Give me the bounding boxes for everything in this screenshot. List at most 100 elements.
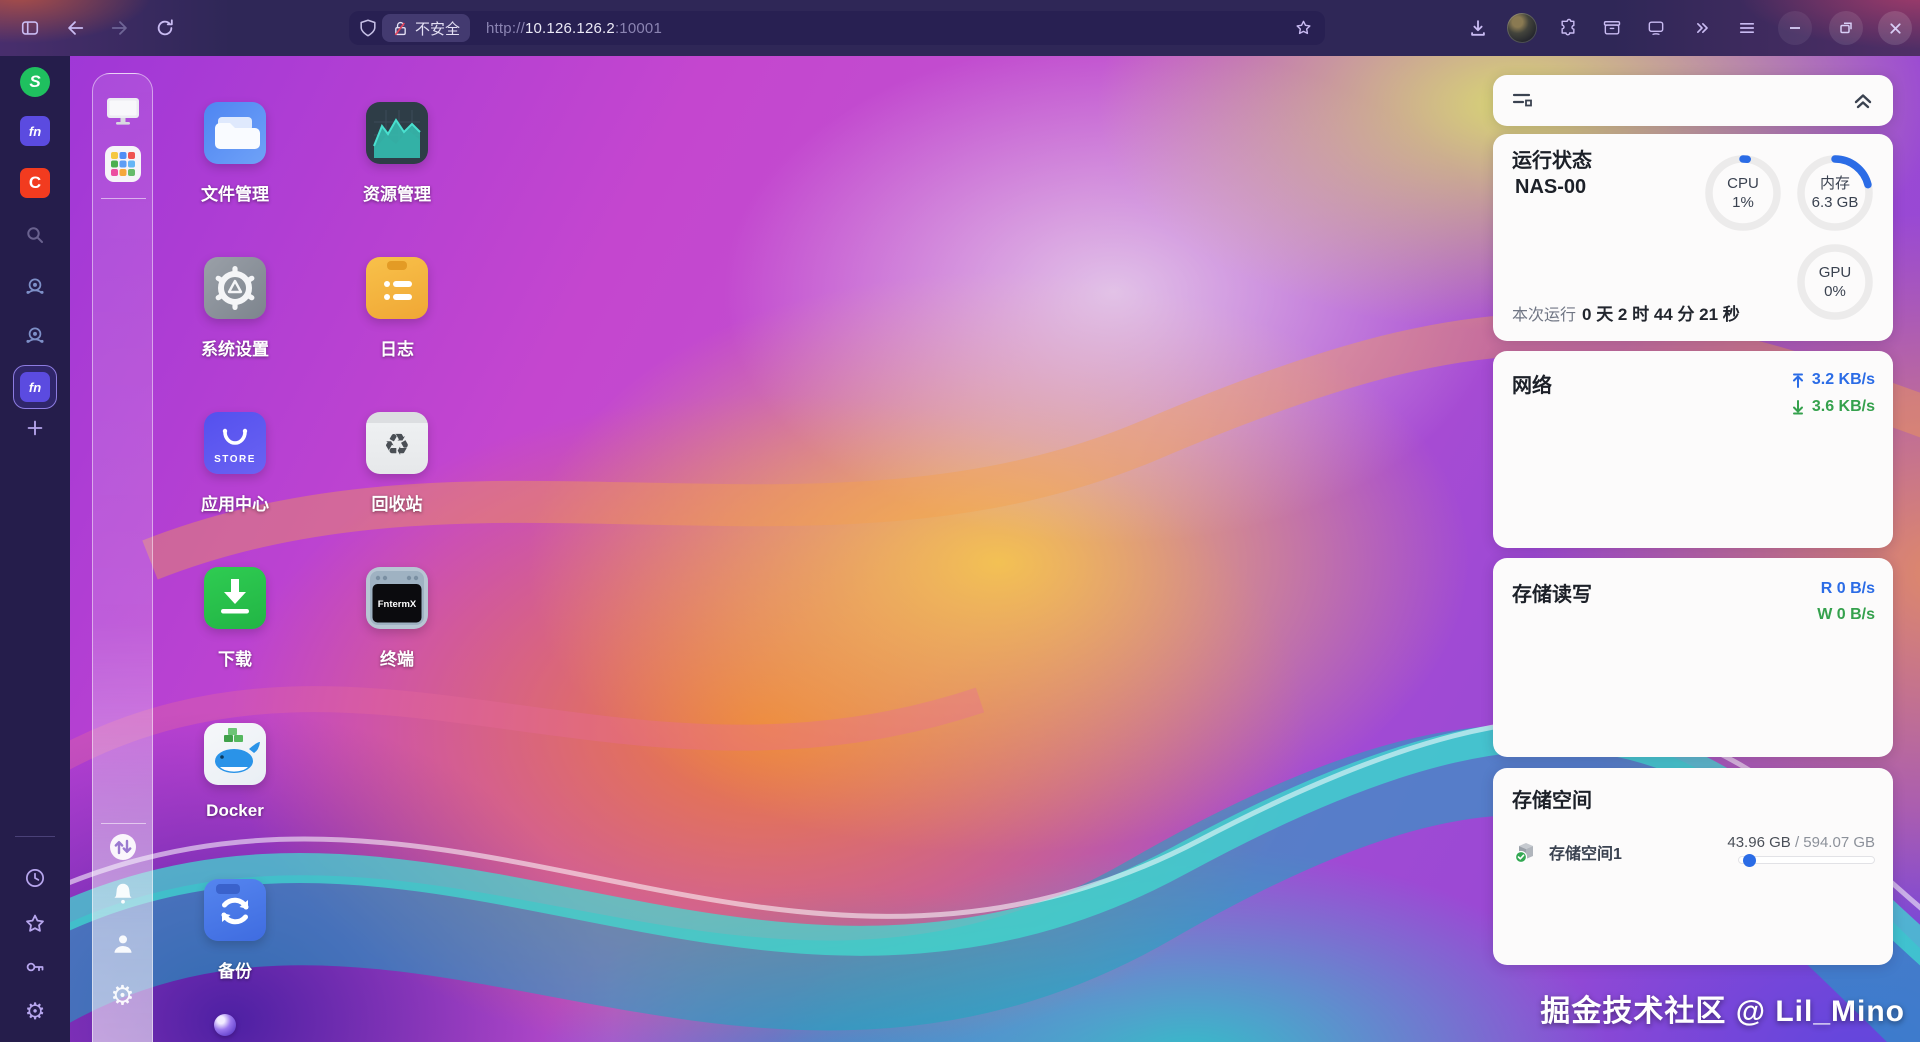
security-chip[interactable]: 不安全	[382, 14, 471, 42]
write-rate: W 0 B/s	[1817, 606, 1875, 623]
profile-avatar[interactable]	[1507, 13, 1537, 43]
dock-desktop-monitor-icon[interactable]	[104, 94, 142, 128]
dock-app-grid-icon[interactable]	[104, 145, 142, 183]
read-rate: R 0 B/s	[1820, 580, 1875, 597]
history-icon[interactable]	[24, 867, 47, 890]
memory-label: 内存	[1819, 175, 1850, 192]
desktop-icon-resource-monitor[interactable]: 资源管理	[327, 102, 467, 205]
storage-volume-icon	[1514, 843, 1533, 864]
desktop-icon-backup[interactable]: 备份	[165, 879, 305, 982]
desktop-icon-label: 下载	[218, 650, 252, 669]
assistant-floating-ball[interactable]	[214, 1014, 236, 1036]
app-menu-button[interactable]	[1730, 11, 1764, 45]
shield-icon[interactable]	[358, 18, 378, 38]
uptime-label: 本次运行	[1512, 307, 1577, 324]
cpu-value: 1%	[1732, 194, 1754, 211]
store-badge-text: STORE	[214, 454, 256, 465]
storage-volume-row[interactable]: 存储空间1	[1513, 839, 1622, 865]
upload-rate: 3.2 KB/s	[1811, 371, 1875, 388]
settings-gear-icon[interactable]: ⚙	[25, 999, 46, 1025]
desktop-icon-recycle-bin[interactable]: ♻ 回收站	[327, 412, 467, 515]
address-bar[interactable]: 不安全 http://10.126.126.2:10001	[349, 11, 1325, 45]
desktop-icon-app-center[interactable]: STORE 应用中心	[165, 412, 305, 515]
collapse-chevron-up-icon[interactable]	[1852, 91, 1874, 111]
storage-total: 594.07 GB	[1803, 834, 1875, 851]
storage-used: 43.96 GB	[1727, 834, 1791, 851]
desktop-icon-download[interactable]: 下载	[165, 567, 305, 670]
gpu-ring: GPU 0%	[1795, 242, 1875, 322]
back-button[interactable]	[58, 11, 92, 45]
watermark-text: 掘金技术社区 @ Lil_Mino	[1540, 995, 1905, 1028]
dock-notifications-bell-icon[interactable]	[108, 879, 138, 909]
recycle-bin-icon: ♻	[366, 412, 428, 474]
backup-icon	[204, 879, 266, 941]
archive-box-button[interactable]	[1595, 11, 1629, 45]
minimize-button[interactable]	[1778, 11, 1812, 45]
sidebar-divider	[15, 836, 55, 837]
cpu-ring: CPU 1%	[1703, 153, 1783, 233]
passwords-key-icon[interactable]	[23, 955, 47, 979]
desktop-icon-logs[interactable]: 日志	[327, 257, 467, 360]
restore-button[interactable]	[1829, 11, 1863, 45]
gpu-label: GPU	[1818, 264, 1852, 281]
gpu-value: 0%	[1824, 283, 1846, 300]
disk-read-row: R 0 B/s	[1821, 580, 1875, 598]
security-chip-label: 不安全	[415, 20, 461, 38]
dock-divider-bottom	[101, 823, 146, 824]
docker-icon	[204, 723, 266, 785]
status-card-title: 运行状态	[1512, 150, 1592, 172]
url-scheme: http://	[486, 19, 525, 37]
disk-write-row: W 0 B/s	[1817, 606, 1875, 624]
sidebar-toggle-button[interactable]	[13, 11, 47, 45]
disk-io-card-title: 存储读写	[1512, 584, 1592, 606]
new-tab-button[interactable]	[24, 417, 46, 439]
memory-value: 6.3 GB	[1811, 194, 1859, 211]
close-button[interactable]	[1878, 11, 1912, 45]
storage-volume-name: 存储空间1	[1549, 846, 1622, 863]
url-port: :10001	[614, 19, 663, 37]
reload-button[interactable]	[148, 11, 182, 45]
widget-sort-icon[interactable]	[1512, 90, 1536, 112]
desktop-icon-file-manager[interactable]: 文件管理	[165, 102, 305, 205]
desktop-icon-terminal[interactable]: FntermX 终端	[327, 567, 467, 670]
desktop-icon-label: 日志	[380, 340, 414, 359]
bookmarks-star-icon[interactable]	[23, 912, 47, 936]
tab-favicon-fnos-active[interactable]: fn	[13, 365, 57, 409]
panel-toolbar-card	[1493, 75, 1893, 126]
storage-progress-knob	[1742, 854, 1756, 867]
bookmark-star-icon[interactable]	[1294, 19, 1313, 38]
screen-share-button[interactable]	[1639, 11, 1673, 45]
more-tools-chevrons[interactable]	[1685, 11, 1719, 45]
terminal-icon: FntermX	[366, 567, 428, 629]
desktop-icon-label: 资源管理	[363, 185, 431, 204]
system-settings-icon	[204, 257, 266, 319]
extensions-puzzle-button[interactable]	[1551, 11, 1585, 45]
downloads-button[interactable]	[1461, 11, 1495, 45]
dock-transfer-icon[interactable]	[108, 832, 138, 862]
dock-user-icon[interactable]	[108, 929, 138, 959]
dock-settings-gear-icon[interactable]: ⚙	[110, 981, 134, 1012]
storage-separator: /	[1794, 834, 1800, 851]
storage-progress-track	[1738, 854, 1875, 867]
desktop-icon-system-settings[interactable]: 系统设置	[165, 257, 305, 360]
tab-favicon-webcam-2[interactable]	[22, 323, 48, 349]
desktop-icon-label: 系统设置	[201, 340, 269, 359]
tab-favicon-green-s[interactable]: S	[20, 67, 50, 97]
dock-divider-top	[101, 198, 146, 199]
url-text[interactable]: http://10.126.126.2:10001	[486, 20, 662, 37]
network-card-title: 网络	[1512, 375, 1552, 397]
network-upload-row: 3.2 KB/s	[1791, 371, 1875, 389]
browser-tab-sidebar: S fn C fn ⚙	[0, 56, 70, 1042]
resource-monitor-icon	[366, 102, 428, 164]
terminal-brand-text: FntermX	[377, 599, 417, 610]
search-icon[interactable]	[23, 223, 47, 247]
storage-usage-text: 43.96 GB / 594.07 GB	[1727, 834, 1875, 851]
tab-favicon-c[interactable]: C	[20, 168, 50, 198]
tab-favicon-webcam-1[interactable]	[22, 274, 48, 300]
desktop-icon-docker[interactable]: Docker	[165, 723, 305, 821]
forward-button[interactable]	[103, 11, 137, 45]
tab-favicon-fnos[interactable]: fn	[20, 116, 50, 146]
desktop-icon-label: 回收站	[371, 495, 423, 514]
desktop-icon-label: Docker	[206, 801, 264, 820]
network-card: 网络 3.2 KB/s 3.6 KB/s	[1493, 351, 1893, 548]
